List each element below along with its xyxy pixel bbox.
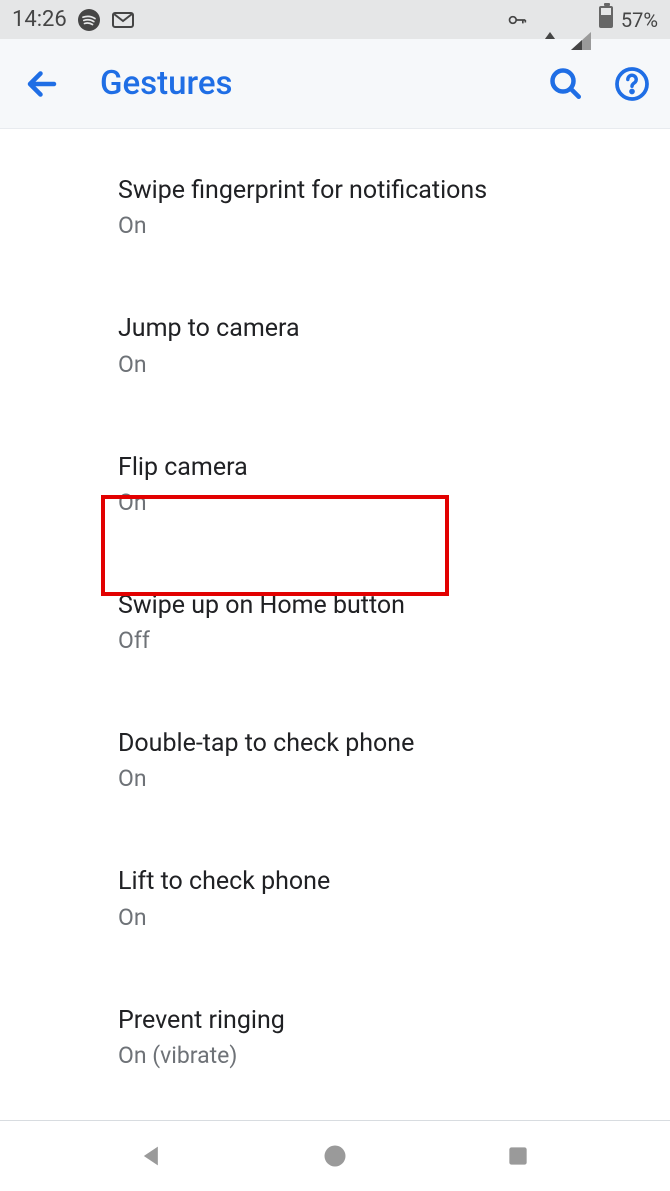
setting-status: On: [118, 904, 670, 931]
setting-title: Prevent ringing: [118, 1005, 670, 1036]
setting-title: Swipe up on Home button: [118, 590, 670, 621]
setting-status: On: [118, 765, 670, 792]
setting-status: On (vibrate): [118, 1042, 670, 1069]
cell-signal-icon: [571, 7, 591, 32]
vpn-key-icon: [505, 8, 529, 32]
navigation-bar: [0, 1121, 670, 1191]
setting-title: Swipe fingerprint for notifications: [118, 175, 670, 206]
setting-lift-to-check[interactable]: Lift to check phone On: [0, 848, 670, 948]
spotify-icon: [77, 8, 101, 32]
setting-swipe-up-home[interactable]: Swipe up on Home button Off: [0, 572, 670, 672]
setting-jump-to-camera[interactable]: Jump to camera On: [0, 295, 670, 395]
setting-title: Jump to camera: [118, 313, 670, 344]
setting-double-tap-check[interactable]: Double-tap to check phone On: [0, 710, 670, 810]
help-button[interactable]: [612, 64, 652, 104]
nav-back-button[interactable]: [132, 1136, 172, 1176]
setting-swipe-fingerprint[interactable]: Swipe fingerprint for notifications On: [0, 157, 670, 257]
gmail-icon: [111, 8, 135, 32]
setting-status: Off: [118, 627, 670, 654]
nav-recent-button[interactable]: [498, 1136, 538, 1176]
search-button[interactable]: [546, 64, 586, 104]
app-bar: Gestures: [0, 39, 670, 129]
status-bar: 14:26 57%: [0, 0, 670, 39]
back-button[interactable]: [18, 60, 66, 108]
wifi-icon: [537, 7, 563, 32]
setting-status: On: [118, 212, 670, 239]
battery-icon: [599, 6, 613, 34]
setting-status: On: [118, 489, 670, 516]
setting-flip-camera[interactable]: Flip camera On: [0, 434, 670, 534]
page-title: Gestures: [100, 64, 233, 103]
setting-title: Double-tap to check phone: [118, 728, 670, 759]
nav-home-button[interactable]: [315, 1136, 355, 1176]
setting-status: On: [118, 351, 670, 378]
status-time: 14:26: [12, 7, 67, 32]
setting-title: Flip camera: [118, 452, 670, 483]
setting-prevent-ringing[interactable]: Prevent ringing On (vibrate): [0, 987, 670, 1087]
battery-percent: 57%: [621, 8, 658, 32]
setting-title: Lift to check phone: [118, 866, 670, 897]
settings-list: Swipe fingerprint for notifications On J…: [0, 129, 670, 1120]
